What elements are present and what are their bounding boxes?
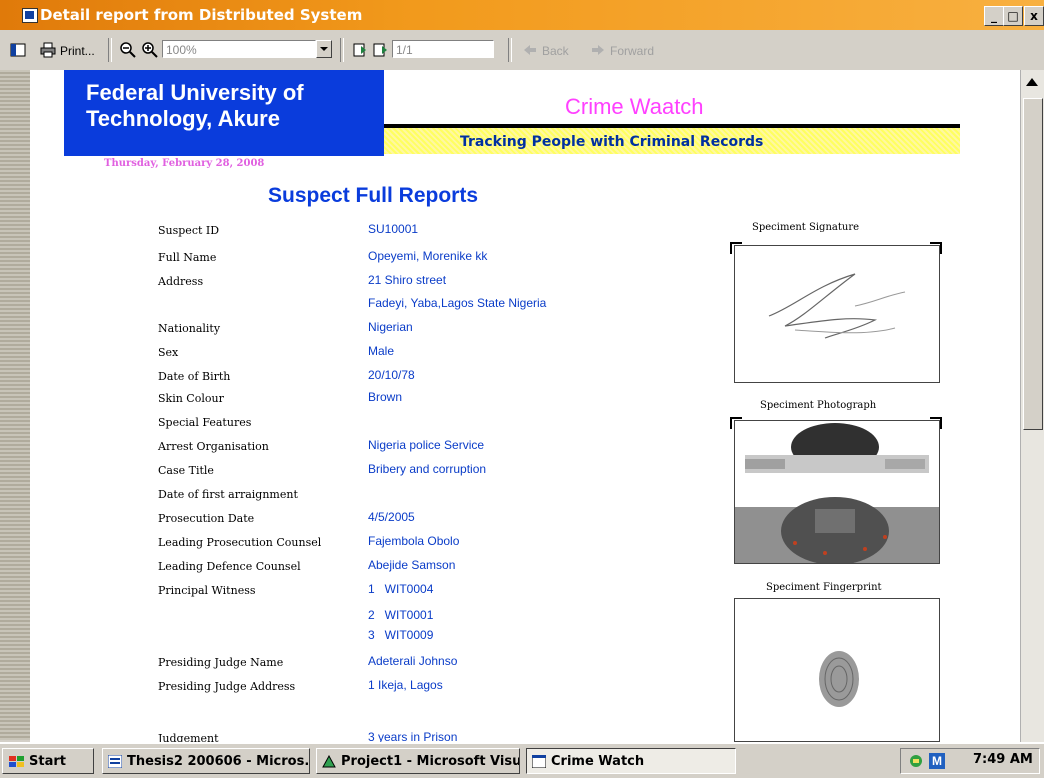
zoom-dropdown-button[interactable] (316, 40, 332, 58)
field-value: 3 WIT0009 (368, 628, 434, 642)
report-date: Thursday, February 28, 2008 (104, 158, 265, 169)
back-arrow-icon[interactable] (522, 42, 538, 58)
word-document-icon (108, 755, 122, 768)
vertical-scrollbar[interactable] (1020, 70, 1044, 742)
field-value: Male (368, 344, 395, 358)
field-value: Nigeria police Service (368, 438, 485, 452)
field-value: 1 WIT0004 (368, 582, 434, 596)
field-value: Fadeyi, Yaba,Lagos State Nigeria (368, 296, 547, 310)
maximize-button[interactable]: □ (1003, 6, 1023, 26)
start-button[interactable]: Start (2, 748, 94, 774)
taskbar-item-crime-watch[interactable]: Crime Watch (526, 748, 736, 774)
network-icon[interactable] (907, 753, 925, 769)
field-value: 2 WIT0001 (368, 608, 434, 622)
print-button[interactable]: Print... (60, 44, 95, 58)
field-label: Nationality (158, 322, 221, 335)
visual-basic-icon (322, 755, 336, 768)
photograph-caption: Speciment Photograph (760, 400, 877, 411)
field-label: Suspect ID (158, 224, 220, 237)
previous-page-icon[interactable] (352, 42, 368, 58)
next-page-icon[interactable] (372, 42, 388, 58)
field-value: 20/10/78 (368, 368, 415, 382)
field-value: Opeyemi, Morenike kk (368, 249, 488, 263)
field-label: Case Title (158, 464, 214, 477)
field-label: Judgement (158, 732, 219, 742)
report-page: Federal University of Technology, Akure … (30, 70, 1020, 742)
chevron-down-icon (320, 47, 328, 51)
field-label: Address (158, 275, 204, 288)
field-label: Skin Colour (158, 392, 224, 405)
field-label: Leading Defence Counsel (158, 560, 301, 573)
university-line-1: Federal University of (86, 80, 304, 105)
printer-icon[interactable] (40, 42, 56, 58)
field-value: Nigerian (368, 320, 413, 334)
field-value: Fajembola Obolo (368, 534, 460, 548)
back-button[interactable]: Back (542, 44, 569, 58)
signature-specimen (734, 245, 940, 383)
page-number-field[interactable]: 1/1 (392, 40, 494, 58)
window-title-bar[interactable]: Detail report from Distributed System _ … (0, 0, 1044, 30)
field-label: Presiding Judge Address (158, 680, 296, 693)
forward-button[interactable]: Forward (610, 44, 654, 58)
windows-logo-icon (9, 756, 24, 767)
group-tree-icon[interactable] (10, 42, 26, 58)
zoom-select[interactable]: 100% (162, 40, 316, 58)
field-value: 4/5/2005 (368, 510, 415, 524)
field-label: Special Features (158, 416, 252, 429)
report-toolbar: Print... 100% 1/1 Back Forward (0, 30, 1044, 71)
field-value: 1 Ikeja, Lagos (368, 678, 443, 692)
signature-image (768, 273, 906, 339)
fingerprint-image (819, 651, 859, 707)
app-icon (22, 8, 38, 23)
fingerprint-caption: Speciment Fingerprint (766, 582, 882, 593)
taskbar-item-project[interactable]: Project1 - Microsoft Visu... (316, 748, 520, 774)
field-label: Date of first arraignment (158, 488, 298, 501)
field-label: Prosecution Date (158, 512, 255, 525)
minimize-button[interactable]: _ (984, 6, 1004, 26)
field-value: Abejide Samson (368, 558, 456, 572)
system-tray: M 7:49 AM (900, 748, 1040, 774)
university-banner: Federal University of Technology, Akure (64, 70, 384, 156)
suspect-photo (735, 421, 939, 565)
forward-arrow-icon[interactable] (590, 42, 606, 58)
window-title: Detail report from Distributed System (40, 6, 363, 24)
field-label: Presiding Judge Name (158, 656, 284, 669)
close-button[interactable]: x (1024, 6, 1044, 26)
university-line-2: Technology, Akure (86, 106, 280, 131)
field-value: 21 Shiro street (368, 273, 447, 287)
field-label: Principal Witness (158, 584, 256, 597)
field-value: SU10001 (368, 222, 419, 236)
field-value: Bribery and corruption (368, 462, 487, 476)
field-value: Brown (368, 390, 403, 404)
report-title: Suspect Full Reports (268, 184, 479, 207)
field-label: Arrest Organisation (158, 440, 269, 453)
clock: 7:49 AM (973, 752, 1033, 767)
report-window-icon (532, 755, 546, 768)
taskbar: Start Thesis2 200606 - Micros... Project… (0, 742, 1044, 778)
photograph-specimen (734, 420, 940, 565)
field-label: Leading Prosecution Counsel (158, 536, 322, 549)
scroll-up-icon[interactable] (1026, 78, 1038, 86)
field-label: Date of Birth (158, 370, 231, 383)
field-value: 3 years in Prison (368, 730, 458, 742)
tagline: Tracking People with Criminal Records (460, 134, 764, 150)
field-value: Adeterali Johnso (368, 654, 458, 668)
start-label: Start (29, 754, 66, 769)
zoom-out-icon[interactable] (120, 42, 136, 58)
signature-caption: Speciment Signature (752, 222, 860, 233)
scrollbar-thumb[interactable] (1023, 98, 1043, 430)
zoom-in-icon[interactable] (142, 42, 158, 58)
taskbar-item-thesis[interactable]: Thesis2 200606 - Micros... (102, 748, 310, 774)
field-label: Sex (158, 346, 179, 359)
tray-badge[interactable]: M (929, 753, 945, 769)
left-gutter (0, 70, 30, 740)
fingerprint-specimen (734, 598, 940, 742)
field-label: Full Name (158, 251, 217, 264)
app-title: Crime Waatch (565, 94, 704, 119)
